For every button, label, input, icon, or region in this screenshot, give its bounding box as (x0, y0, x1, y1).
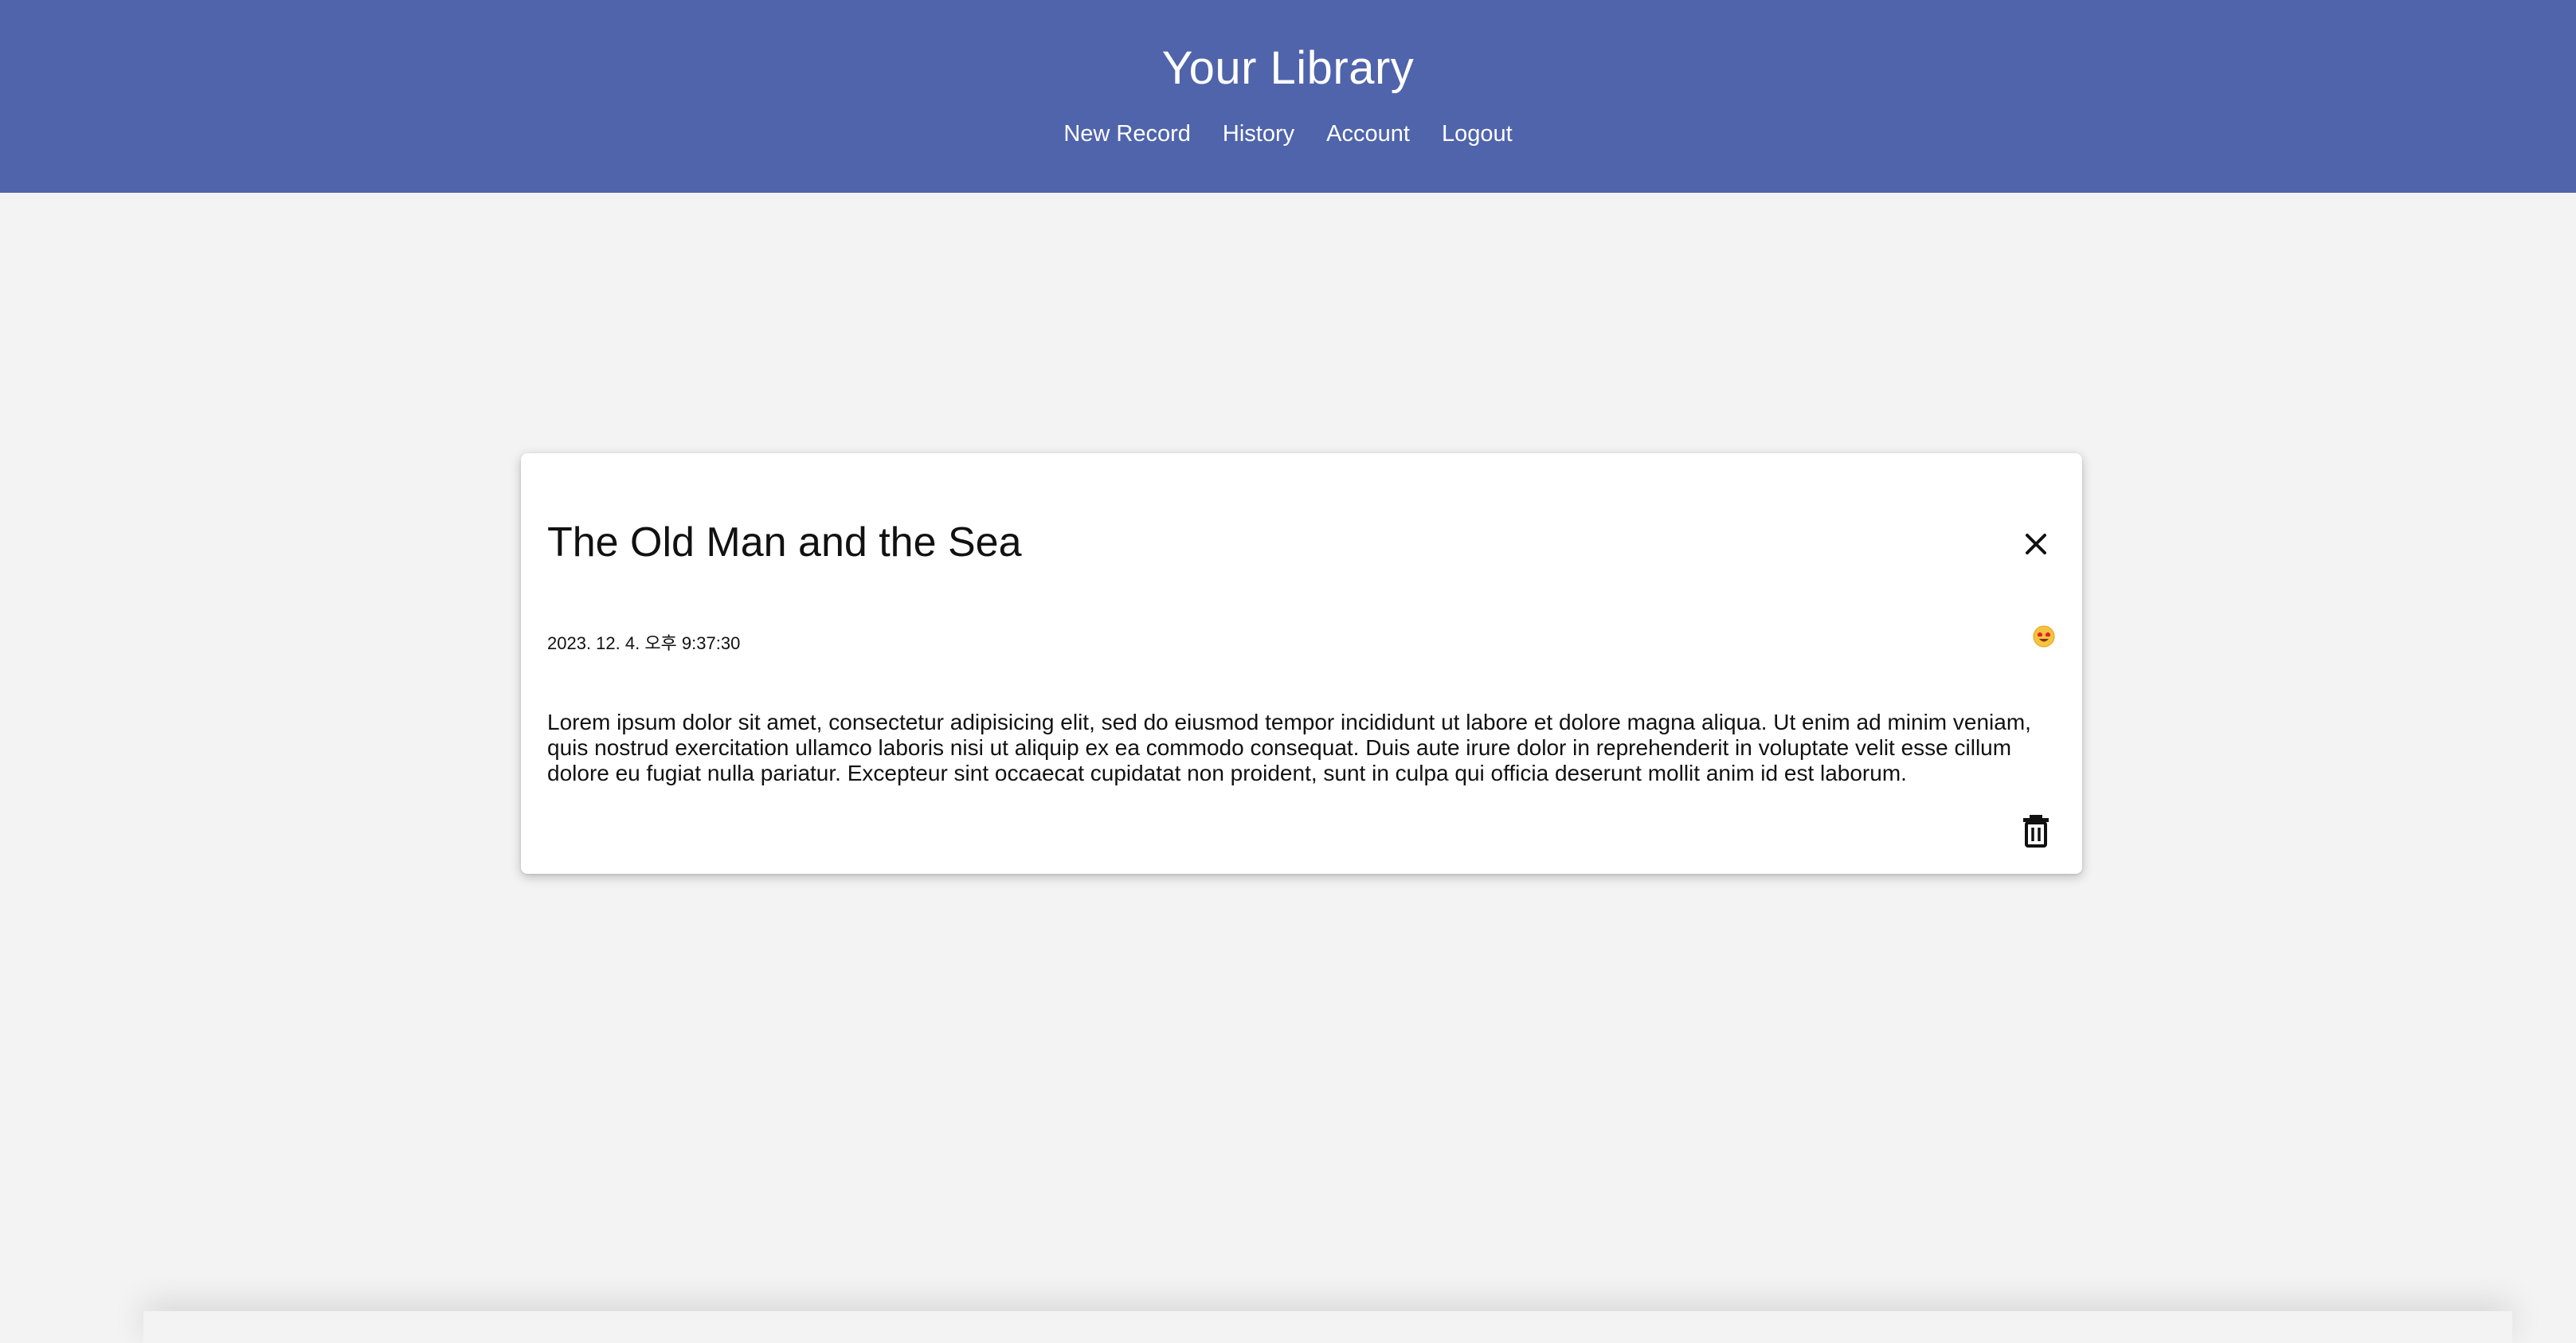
close-button[interactable] (2017, 525, 2055, 563)
record-title: The Old Man and the Sea (547, 519, 1022, 566)
nav-new-record[interactable]: New Record (1063, 121, 1191, 147)
app-title: Your Library (0, 41, 2576, 95)
record-timestamp: 2023. 12. 4. 오후 9:37:30 (547, 629, 740, 655)
nav-logout[interactable]: Logout (1442, 121, 1513, 147)
record-card: The Old Man and the Sea 2023. 12. 4. 오후 … (521, 453, 2082, 874)
delete-button[interactable] (2020, 813, 2052, 848)
main-nav: New Record History Account Logout (0, 121, 2576, 147)
nav-account[interactable]: Account (1326, 121, 1410, 147)
trash-icon (2020, 813, 2052, 848)
close-icon (2017, 525, 2055, 563)
record-body: Lorem ipsum dolor sit amet, consectetur … (547, 710, 2046, 786)
heart-eyes-emoji-icon (2033, 625, 2055, 648)
mood-indicator (2033, 625, 2055, 648)
app-header: Your Library New Record History Account … (0, 0, 2576, 193)
bottom-shadow (143, 1311, 2512, 1343)
nav-history[interactable]: History (1223, 121, 1294, 147)
